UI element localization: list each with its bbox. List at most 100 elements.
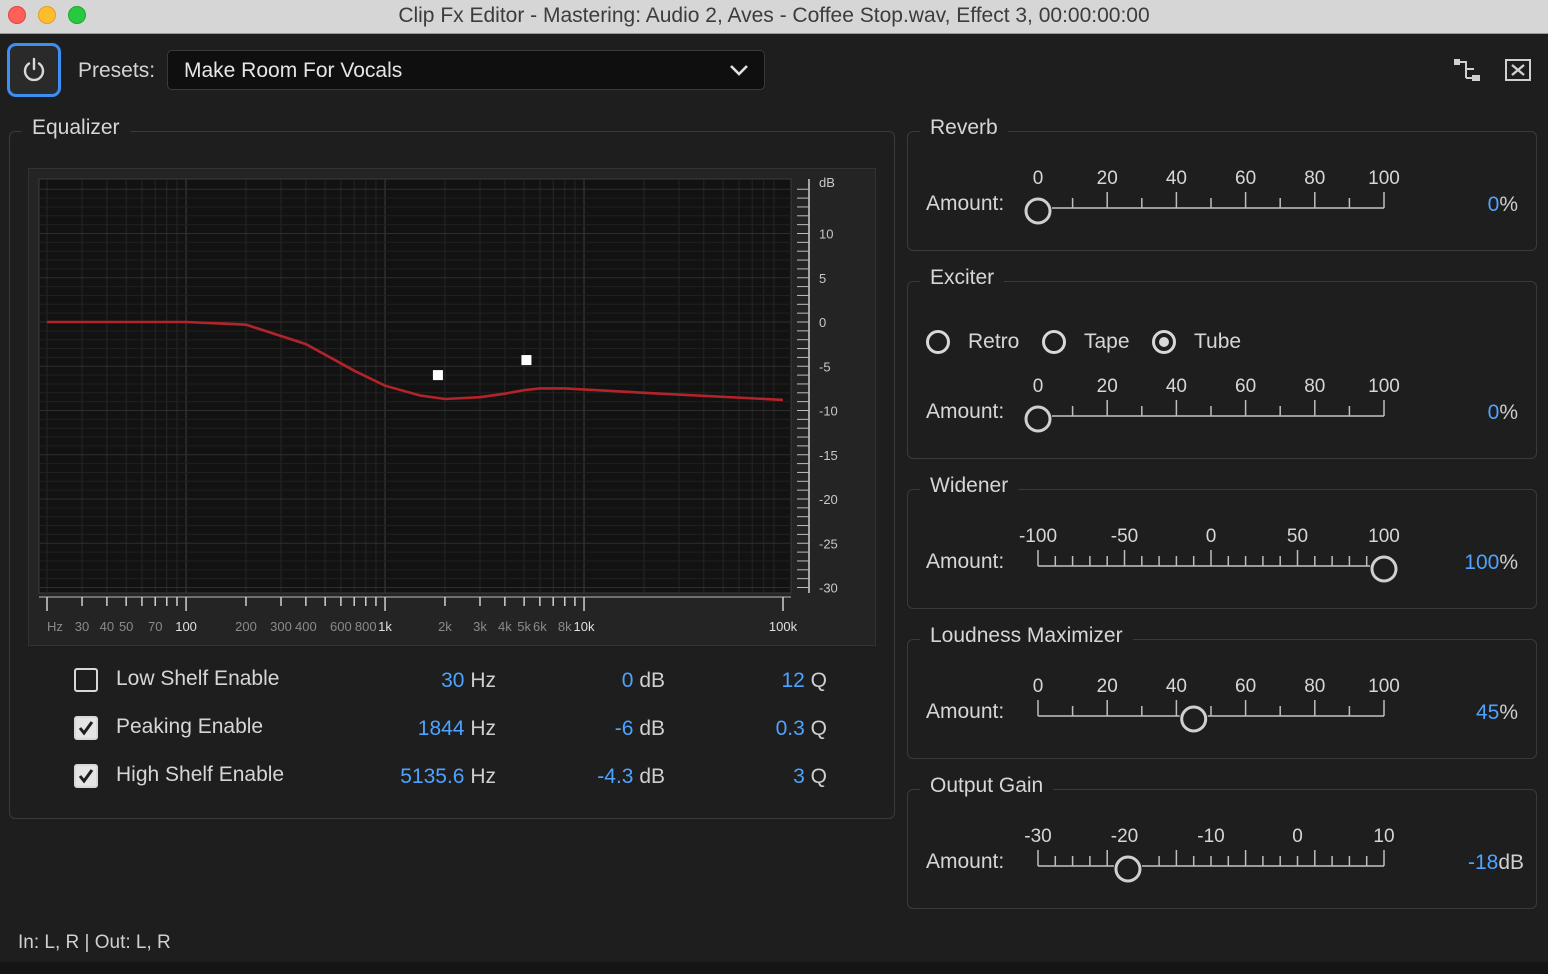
reverb-title: Reverb bbox=[920, 116, 1008, 140]
freq-tick-label: 300 bbox=[270, 619, 292, 634]
exciter-amount-value[interactable]: 0% bbox=[1398, 401, 1518, 425]
checkmark-icon bbox=[78, 769, 94, 784]
freq-tick-label: 600 bbox=[330, 619, 352, 634]
preset-value: Make Room For Vocals bbox=[184, 59, 403, 82]
widener-scale-label: 0 bbox=[1206, 526, 1217, 547]
reverb-amount-label: Amount: bbox=[926, 192, 1005, 215]
widener-scale-label: -100 bbox=[1019, 526, 1057, 547]
reverb-amount-slider[interactable]: 0 20 40 60 80 100 bbox=[1018, 168, 1404, 233]
freq-tick-label: 1k bbox=[378, 619, 392, 634]
output-gain-amount-value[interactable]: -18dB bbox=[1404, 851, 1524, 875]
exciter-mode-retro-radio[interactable] bbox=[926, 330, 950, 354]
loudness-amount-value[interactable]: 45% bbox=[1398, 701, 1518, 725]
loudness-scale-label: 20 bbox=[1097, 676, 1118, 697]
eq-graph[interactable]: dB 10 5 0 -5 -10 -15 -20 -25 -30 Hz 30 40 50 70 100 200 3… bbox=[28, 168, 876, 646]
exciter-scale-label: 40 bbox=[1166, 376, 1187, 397]
loudness-scale-label: 60 bbox=[1235, 676, 1256, 697]
widener-slider-knob[interactable] bbox=[1370, 555, 1398, 583]
presets-label: Presets: bbox=[78, 59, 156, 82]
exciter-slider-knob[interactable] bbox=[1024, 405, 1052, 433]
db-tick-label: 0 bbox=[819, 315, 826, 330]
band-1-q-value[interactable]: 0.3 Q bbox=[707, 717, 827, 741]
reverb-scale-label: 0 bbox=[1033, 168, 1044, 189]
exciter-mode-tape-radio[interactable] bbox=[1042, 330, 1066, 354]
exciter-mode-tube-label: Tube bbox=[1194, 330, 1242, 353]
db-tick-label: -30 bbox=[819, 581, 838, 596]
band-1-gain-value[interactable]: -6 dB bbox=[545, 717, 665, 741]
exciter-scale-label: 20 bbox=[1097, 376, 1118, 397]
band-2-freq-value[interactable]: 5135.6 Hz bbox=[376, 765, 496, 789]
eq-band-1-handle[interactable] bbox=[432, 370, 443, 381]
equalizer-title: Equalizer bbox=[22, 116, 130, 140]
output_gain-scale-label: 10 bbox=[1373, 826, 1394, 847]
output-gain-amount-label: Amount: bbox=[926, 850, 1005, 873]
exciter-mode-tube-radio[interactable] bbox=[1152, 330, 1176, 354]
routing-icon[interactable] bbox=[1452, 56, 1482, 84]
db-tick-label: 10 bbox=[819, 227, 833, 242]
loudness-scale-label: 40 bbox=[1166, 676, 1187, 697]
remove-effect-icon[interactable] bbox=[1504, 56, 1534, 84]
band-0-freq-value[interactable]: 30 Hz bbox=[376, 669, 496, 693]
freq-tick-label: 100 bbox=[175, 619, 197, 634]
db-tick-label: -10 bbox=[819, 404, 838, 419]
band-1-freq-value[interactable]: 1844 Hz bbox=[376, 717, 496, 741]
output_gain-scale-label: -10 bbox=[1197, 826, 1224, 847]
status-bar bbox=[0, 962, 1548, 974]
freq-tick-label: 4k bbox=[498, 619, 512, 634]
loudness-scale-label: 80 bbox=[1304, 676, 1325, 697]
freq-tick-label: 5k bbox=[517, 619, 531, 634]
band-0-q-value[interactable]: 12 Q bbox=[707, 669, 827, 693]
widener-scale-label: 100 bbox=[1368, 526, 1400, 547]
exciter-amount-slider[interactable]: 0 20 40 60 80 100 bbox=[1018, 376, 1404, 441]
widener-scale-label: 50 bbox=[1287, 526, 1308, 547]
freq-tick-label: 30 bbox=[75, 619, 89, 634]
reverb-slider-knob[interactable] bbox=[1024, 197, 1052, 225]
checkmark-icon bbox=[78, 721, 94, 736]
freq-tick-label: 50 bbox=[119, 619, 133, 634]
window-title: Clip Fx Editor - Mastering: Audio 2, Ave… bbox=[398, 4, 1150, 27]
freq-tick-label: 2k bbox=[438, 619, 452, 634]
loudness-slider-knob[interactable] bbox=[1180, 705, 1208, 733]
band-1-enable-checkbox[interactable] bbox=[74, 716, 98, 740]
output_gain-scale-label: -20 bbox=[1111, 826, 1138, 847]
freq-tick-label: 8k bbox=[558, 619, 572, 634]
reverb-scale-label: 100 bbox=[1368, 168, 1400, 189]
output_gain-scale-label: 0 bbox=[1292, 826, 1303, 847]
power-button[interactable] bbox=[7, 43, 61, 97]
band-0-enable-checkbox[interactable] bbox=[74, 668, 98, 692]
output-gain-title: Output Gain bbox=[920, 774, 1054, 798]
output-gain-amount-slider[interactable]: -30 -20 -10 0 10 bbox=[1018, 826, 1404, 891]
db-tick-label: 5 bbox=[819, 271, 826, 286]
loudness-amount-slider[interactable]: 0 20 40 60 80 100 bbox=[1018, 676, 1404, 741]
band-1-label: Peaking Enable bbox=[116, 715, 264, 738]
output_gain-slider-knob[interactable] bbox=[1114, 855, 1142, 883]
reverb-scale-label: 80 bbox=[1304, 168, 1325, 189]
band-2-q-value[interactable]: 3 Q bbox=[707, 765, 827, 789]
presets-dropdown[interactable]: Make Room For Vocals bbox=[167, 50, 765, 90]
band-2-gain-value[interactable]: -4.3 dB bbox=[545, 765, 665, 789]
freq-tick-label: 10k bbox=[574, 619, 595, 634]
eq-band-2-handle[interactable] bbox=[521, 355, 532, 366]
reverb-scale-label: 60 bbox=[1235, 168, 1256, 189]
freq-tick-label: 40 bbox=[100, 619, 114, 634]
loudness-title: Loudness Maximizer bbox=[920, 624, 1133, 648]
band-0-gain-value[interactable]: 0 dB bbox=[545, 669, 665, 693]
reverb-amount-value[interactable]: 0% bbox=[1398, 193, 1518, 217]
exciter-title: Exciter bbox=[920, 266, 1005, 290]
db-tick-label: dB bbox=[819, 175, 835, 190]
eq-graph-svg: dB1050-5-10-15-20-25-30Hz 30 40 50 70 100 200 3… bbox=[38, 175, 838, 634]
widener-scale-label: -50 bbox=[1111, 526, 1138, 547]
exciter-scale-label: 60 bbox=[1235, 376, 1256, 397]
freq-tick-label: 400 bbox=[295, 619, 317, 634]
loudness-scale-label: 0 bbox=[1033, 676, 1044, 697]
reverb-scale-label: 40 bbox=[1166, 168, 1187, 189]
widener-amount-slider[interactable]: -100 -50 0 50 100 bbox=[1018, 526, 1404, 591]
db-tick-label: -20 bbox=[819, 492, 838, 507]
widener-amount-value[interactable]: 100% bbox=[1398, 551, 1518, 575]
power-icon bbox=[23, 57, 45, 82]
freq-tick-label: 100k bbox=[769, 619, 798, 634]
exciter-scale-label: 80 bbox=[1304, 376, 1325, 397]
loudness-scale-label: 100 bbox=[1368, 676, 1400, 697]
exciter-mode-retro-label: Retro bbox=[968, 330, 1020, 353]
band-2-enable-checkbox[interactable] bbox=[74, 764, 98, 788]
